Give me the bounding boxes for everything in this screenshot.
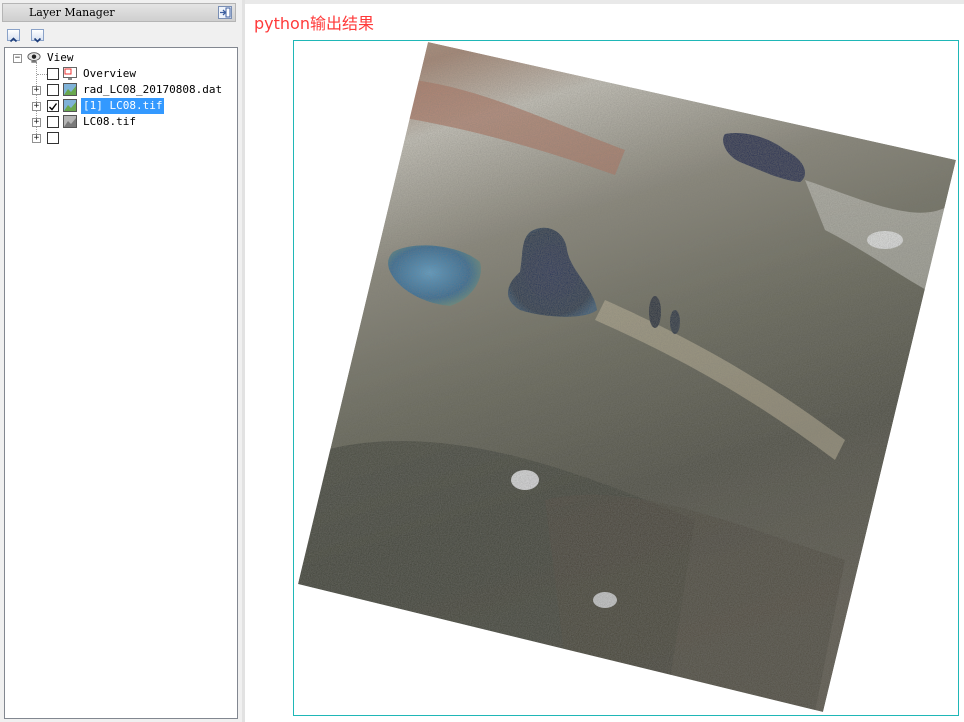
chevron-down-icon — [33, 37, 42, 43]
tree-item-label: rad_LC08_20170808.dat — [83, 83, 223, 96]
layer-manager-panel: Layer Manager − View Overview + rad_LC08… — [0, 0, 242, 722]
collapse-icon[interactable]: − — [13, 54, 22, 63]
tree-item-lc08-tif[interactable]: + LC08.tif — [12, 114, 232, 130]
checkmark-icon — [49, 103, 58, 111]
layer-visibility-checkbox[interactable] — [47, 68, 59, 80]
expand-icon[interactable]: + — [32, 134, 41, 143]
raster-gray-icon — [63, 115, 77, 128]
chevron-up-icon — [9, 37, 18, 43]
layer-manager-header: Layer Manager — [2, 3, 236, 22]
tree-item-lc08-tif-selected[interactable]: + [1] LC08.tif — [12, 98, 232, 114]
tree-node-view[interactable]: − View — [12, 50, 212, 66]
output-panel: python输出结果 — [245, 0, 964, 722]
tree-item-overview[interactable]: Overview — [12, 66, 232, 82]
overview-icon — [63, 67, 77, 80]
satellite-scene-image[interactable] — [245, 0, 964, 722]
expand-icon[interactable]: + — [32, 102, 41, 111]
tree-item-empty[interactable]: + — [12, 130, 72, 146]
layer-visibility-checkbox[interactable] — [47, 100, 59, 112]
scene-raster — [298, 42, 956, 712]
expand-icon[interactable]: + — [32, 118, 41, 127]
eye-view-icon — [27, 52, 41, 63]
raster-color-icon — [63, 99, 77, 112]
tree-item-label: [1] LC08.tif — [81, 98, 165, 114]
layer-visibility-checkbox[interactable] — [47, 132, 59, 144]
layer-visibility-checkbox[interactable] — [47, 84, 59, 96]
raster-color-icon — [63, 83, 77, 96]
layer-visibility-checkbox[interactable] — [47, 116, 59, 128]
layer-tree[interactable]: − View Overview + rad_LC08_20170808.dat … — [4, 47, 238, 719]
tree-item-label: Overview — [83, 67, 136, 80]
move-layer-down-button[interactable] — [31, 29, 44, 43]
layer-manager-title: Layer Manager — [29, 6, 115, 19]
tree-item-label: LC08.tif — [83, 115, 136, 128]
pin-icon[interactable] — [218, 6, 232, 19]
tree-item-rad-lc08[interactable]: + rad_LC08_20170808.dat — [12, 82, 232, 98]
expand-icon[interactable]: + — [32, 86, 41, 95]
move-layer-up-button[interactable] — [7, 29, 20, 43]
tree-node-label: View — [47, 51, 74, 64]
